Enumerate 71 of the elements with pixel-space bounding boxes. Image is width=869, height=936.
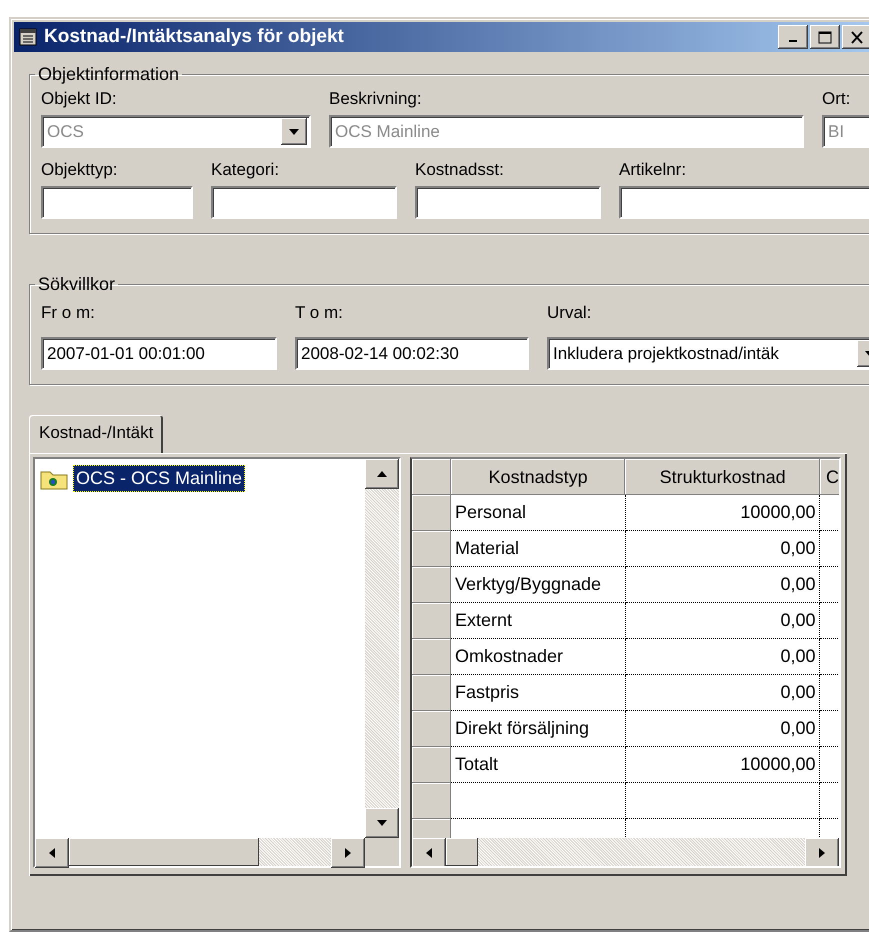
- table-cell: Externt: [450, 602, 626, 638]
- field-label: Fr o m:: [41, 303, 96, 323]
- group-title: Objektinformation: [37, 64, 180, 85]
- combo-box[interactable]: Inkludera projektkostnad/intäk: [547, 337, 869, 370]
- table-cell: 10000,00: [625, 746, 820, 782]
- table-cell: Direkt försäljning: [450, 710, 626, 746]
- table-cell: 0,00: [625, 530, 820, 566]
- row-header[interactable]: [412, 530, 451, 566]
- row-header[interactable]: [412, 710, 451, 746]
- table-cell: 10000,00: [625, 495, 820, 530]
- horizontal-scrollbar[interactable]: [35, 838, 365, 866]
- dropdown-arrow-icon: [289, 128, 299, 134]
- tab[interactable]: Kostnad-/Intäkt: [29, 415, 164, 453]
- scroll-left-icon: [49, 848, 55, 858]
- row-header[interactable]: [412, 638, 451, 674]
- field-label: Beskrivning:: [329, 89, 423, 109]
- minimize-button[interactable]: [778, 25, 808, 49]
- column-header[interactable]: C: [820, 459, 839, 495]
- field-label: Urval:: [547, 303, 592, 323]
- row-header[interactable]: [412, 782, 451, 818]
- scroll-right-icon: [819, 848, 825, 858]
- scroll-down-icon: [377, 820, 387, 826]
- table-cell: Omkostnader: [450, 638, 626, 674]
- table-cell: Personal: [450, 495, 626, 530]
- input-field[interactable]: [41, 186, 193, 219]
- group-title: Sökvillkor: [37, 274, 116, 295]
- table-cell: Fastpris: [450, 674, 626, 710]
- input-field[interactable]: 2007-01-01 00:01:00: [41, 337, 277, 370]
- table-cell: 0,00: [625, 710, 820, 746]
- close-button[interactable]: [842, 25, 869, 49]
- window-icon: [18, 27, 38, 47]
- scrollbar-corner: [365, 838, 399, 866]
- header-corner: [412, 459, 451, 495]
- table-cell: 0,00: [625, 638, 820, 674]
- row-header[interactable]: [412, 566, 451, 602]
- table-cell: 0,00: [625, 674, 820, 710]
- field-label: T o m:: [295, 303, 344, 323]
- close-icon: [850, 30, 864, 44]
- table-cell: Verktyg/Byggnade: [450, 566, 626, 602]
- horizontal-scrollbar[interactable]: [412, 838, 839, 866]
- window-title: Kostnad-/Intäktsanalys för objekt: [44, 26, 345, 48]
- column-header[interactable]: Kostnadstyp: [450, 459, 626, 495]
- vertical-scrollbar[interactable]: [365, 459, 399, 866]
- column-header[interactable]: Strukturkostnad: [625, 459, 820, 495]
- maximize-button[interactable]: [810, 25, 840, 49]
- field-label: Kategori:: [211, 160, 280, 180]
- input-field[interactable]: [415, 186, 601, 219]
- field-label: Objekttyp:: [41, 160, 119, 180]
- row-header[interactable]: [412, 674, 451, 710]
- table-cell: Totalt: [450, 746, 626, 782]
- minimize-icon: [789, 40, 797, 42]
- input-field[interactable]: [211, 186, 397, 219]
- table-cell: 0,00: [625, 566, 820, 602]
- scroll-right-icon: [345, 848, 351, 858]
- table-cell: Material: [450, 530, 626, 566]
- maximize-icon: [818, 30, 832, 44]
- tree-item[interactable]: OCS - OCS Mainline: [73, 465, 246, 492]
- scroll-thumb[interactable]: [69, 838, 259, 866]
- field-label: Artikelnr:: [619, 160, 688, 180]
- scroll-left-icon: [426, 848, 432, 858]
- scroll-thumb[interactable]: [446, 838, 478, 866]
- field-label: Ort:: [822, 89, 852, 109]
- input-field[interactable]: 2008-02-14 00:02:30: [295, 337, 529, 370]
- scroll-up-icon: [377, 471, 387, 477]
- field-label: Kostnadsst:: [415, 160, 505, 180]
- row-header[interactable]: [412, 495, 451, 530]
- field-label: Objekt ID:: [41, 89, 118, 109]
- row-header[interactable]: [412, 602, 451, 638]
- table-cell: 0,00: [625, 602, 820, 638]
- input-field[interactable]: [619, 186, 869, 219]
- row-header[interactable]: [412, 746, 451, 782]
